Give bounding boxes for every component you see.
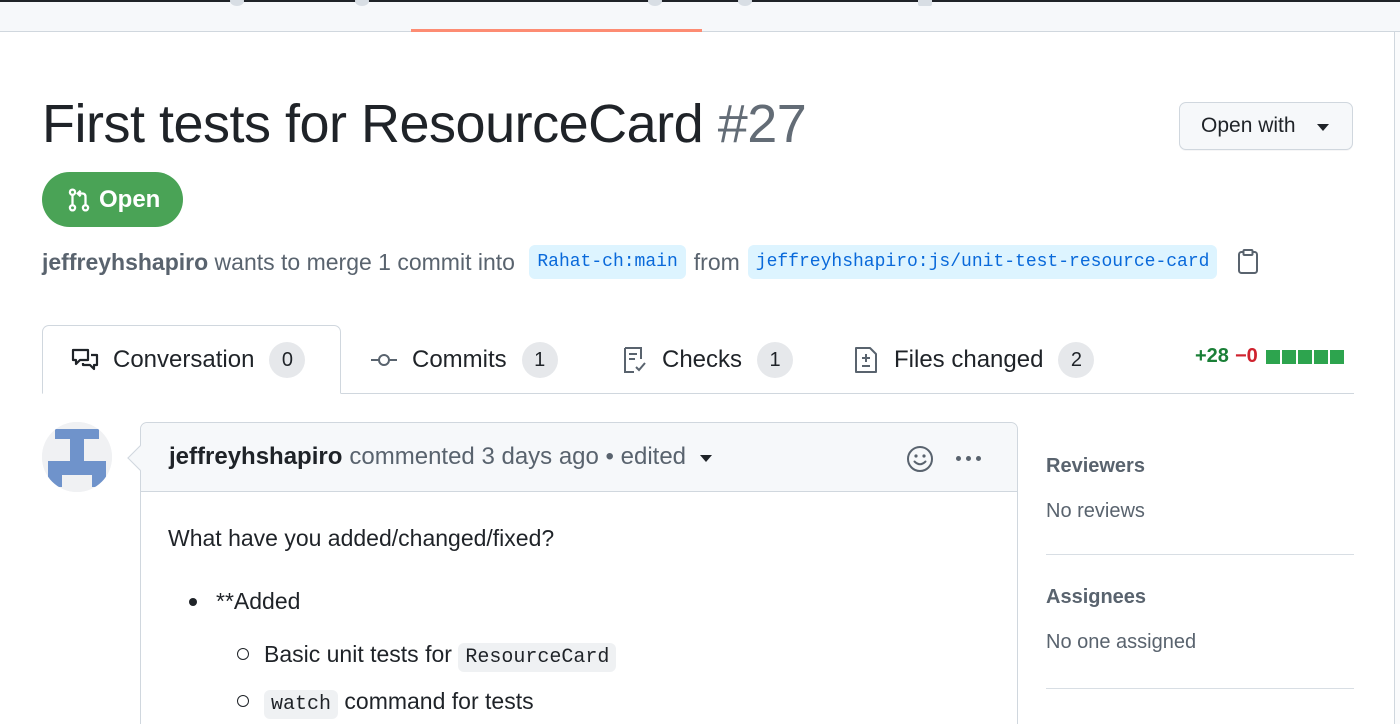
from-text: from [693, 248, 740, 275]
checklist-icon [619, 345, 649, 375]
pr-sidebar: Reviewers No reviews Assignees No one as… [1046, 440, 1354, 689]
tab-counter: 1 [757, 341, 794, 378]
diffstat-blocks [1265, 349, 1344, 364]
list-item: watch command for tests [216, 685, 1017, 721]
merge-text: wants to merge 1 commit into [214, 248, 515, 275]
comment-timestamp[interactable]: 3 days ago [481, 443, 598, 471]
list-item-text: command for tests [338, 688, 534, 714]
git-pull-request-icon [68, 187, 90, 212]
nav-icon-fragment [355, 0, 369, 6]
assignees-section: Assignees No one assigned [1046, 555, 1354, 689]
assignees-heading[interactable]: Assignees [1046, 585, 1354, 609]
tab-label: Commits [412, 345, 507, 373]
assignees-value: No one assigned [1046, 631, 1197, 653]
nav-icon-fragment [738, 0, 752, 6]
pr-author-link[interactable]: jeffreyhshapiro [42, 249, 208, 276]
pr-title-text: First tests for ResourceCard [42, 94, 704, 154]
tab-label: Conversation [113, 345, 255, 373]
comment-sublist: Basic unit tests for ResourceCard watch … [216, 638, 1017, 721]
tab-commits[interactable]: Commits 1 [369, 325, 558, 394]
open-with-button[interactable]: Open with [1179, 102, 1353, 150]
add-reaction-icon[interactable] [905, 444, 935, 474]
diffstat-block [1313, 349, 1328, 364]
diffstat: +28 −0 [1195, 345, 1344, 368]
tab-label: Files changed [894, 345, 1044, 373]
pr-state-label: Open [99, 185, 161, 213]
head-branch-link[interactable]: jeffreyhshapiro:js/unit-test-resource-ca… [747, 245, 1218, 279]
copy-icon[interactable] [1237, 249, 1259, 275]
tab-label: Checks [662, 345, 743, 373]
merge-summary: jeffreyhshapiro wants to merge 1 commit … [42, 242, 1259, 282]
comment-discussion-icon [70, 345, 100, 375]
repo-nav-bar [0, 0, 1400, 32]
window-edge [1394, 32, 1400, 724]
comment-action: commented [349, 443, 475, 470]
git-commit-icon [369, 345, 399, 375]
tab-conversation[interactable]: Conversation 0 [42, 325, 341, 394]
tab-counter: 2 [1058, 341, 1095, 378]
diffstat-block [1281, 349, 1296, 364]
list-item-text: **Added [216, 588, 301, 614]
reviewers-heading[interactable]: Reviewers [1046, 454, 1354, 478]
pr-description-comment: jeffreyhshapiro commented 3 days ago • e… [127, 422, 1018, 724]
diffstat-block [1329, 349, 1344, 364]
kebab-horizontal-icon[interactable] [953, 445, 983, 471]
reviewers-value: No reviews [1046, 500, 1145, 522]
tab-counter: 1 [521, 341, 558, 378]
inline-code: ResourceCard [458, 643, 617, 672]
nav-icon-fragment [648, 0, 662, 6]
comment-body: What have you added/changed/fixed? **Add… [141, 492, 1017, 721]
edited-dropdown[interactable]: • edited [605, 443, 713, 471]
diffstat-block [1297, 349, 1312, 364]
pr-state-badge: Open [42, 172, 183, 227]
avatar[interactable] [42, 422, 112, 492]
pr-title: First tests for ResourceCard #27 [42, 92, 807, 156]
caret-down-icon [1317, 124, 1329, 131]
caret-down-icon [700, 455, 713, 462]
list-item: **Added Basic unit tests for ResourceCar… [168, 585, 1017, 721]
comment-header: jeffreyhshapiro commented 3 days ago • e… [141, 423, 1017, 492]
tab-counter: 0 [269, 341, 306, 378]
inline-code: watch [264, 690, 339, 719]
base-branch-link[interactable]: Rahat-ch:main [529, 245, 686, 279]
tab-checks[interactable]: Checks 1 [619, 325, 794, 394]
diffstat-deletions: −0 [1234, 345, 1258, 367]
list-item: Basic unit tests for ResourceCard [216, 638, 1017, 674]
diffstat-block [1265, 349, 1280, 364]
comment-author-link[interactable]: jeffreyhshapiro [169, 443, 342, 471]
comment-list: **Added Basic unit tests for ResourceCar… [168, 585, 1017, 721]
open-with-label: Open with [1201, 114, 1296, 137]
tab-files-changed[interactable]: Files changed 2 [851, 325, 1095, 394]
nav-icon-fragment [918, 0, 932, 6]
nav-active-indicator [411, 29, 702, 32]
list-item-text: Basic unit tests for [264, 641, 459, 667]
comment-question: What have you added/changed/fixed? [168, 525, 555, 551]
diffstat-additions: +28 [1195, 345, 1229, 367]
pr-number: #27 [717, 94, 807, 154]
nav-icon-fragment [230, 0, 244, 6]
reviewers-section: Reviewers No reviews [1046, 440, 1354, 555]
file-diff-icon [851, 345, 881, 375]
edited-label: • edited [605, 443, 687, 470]
